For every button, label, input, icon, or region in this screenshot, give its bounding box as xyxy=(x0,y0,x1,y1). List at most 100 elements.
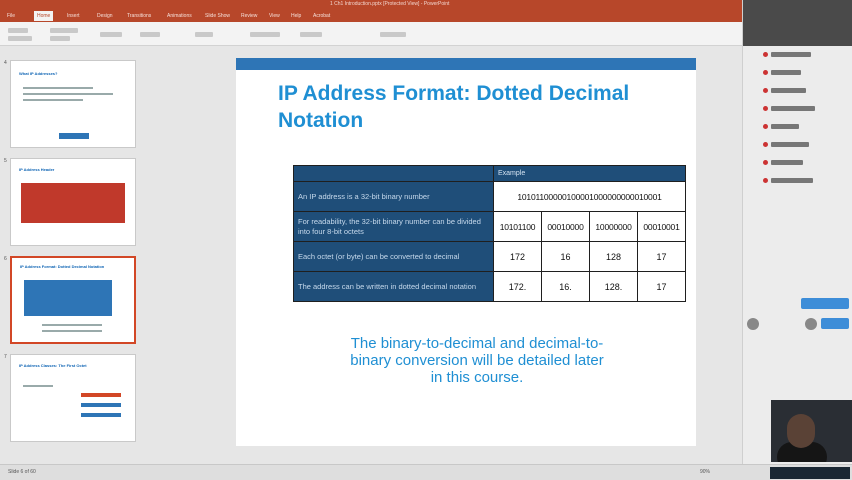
current-slide[interactable]: IP Address Format: Dotted Decimal Notati… xyxy=(236,58,696,446)
table-header-example: Example xyxy=(493,165,686,182)
thumbnail-line xyxy=(23,87,93,89)
ribbon-tabs: File Home Insert Design Transitions Anim… xyxy=(0,9,852,22)
tab-file[interactable]: File xyxy=(4,11,18,21)
table-cell: 16. xyxy=(541,271,590,302)
tab-design[interactable]: Design xyxy=(94,11,116,21)
user-avatar-icon xyxy=(763,178,768,183)
note-line: binary conversion will be detailed later xyxy=(350,352,604,369)
thumbnail-bar xyxy=(81,403,121,407)
chat-bubble xyxy=(801,298,849,309)
ribbon-button[interactable] xyxy=(50,28,78,33)
thumbnail-button xyxy=(59,133,89,139)
tab-transitions[interactable]: Transitions xyxy=(124,11,154,21)
tab-view[interactable]: View xyxy=(266,11,283,21)
status-bar: Slide 6 of 60 90% xyxy=(0,464,852,480)
table-cell: 128 xyxy=(589,241,638,272)
table-row-desc: For readability, the 32-bit binary numbe… xyxy=(293,211,494,242)
system-tray xyxy=(770,467,850,479)
table-row-desc: An IP address is a 32-bit binary number xyxy=(293,181,494,212)
table-row: Each octet (or byte) can be converted to… xyxy=(293,241,686,272)
user-avatar-icon xyxy=(805,318,817,330)
chat-panel xyxy=(742,0,852,464)
slide-thumbnail-selected[interactable]: IP Address Format: Dotted Decimal Notati… xyxy=(10,256,136,344)
slide-number: 5 xyxy=(4,158,7,164)
thumbnail-diagram xyxy=(21,183,125,223)
chat-message xyxy=(771,52,811,57)
note-line: in this course. xyxy=(430,369,524,386)
ribbon xyxy=(0,22,852,46)
note-line: The binary-to-decimal and decimal-to- xyxy=(350,335,604,352)
table-header-blank xyxy=(293,165,494,182)
thumbnail-bar xyxy=(81,393,121,397)
ribbon-button[interactable] xyxy=(8,28,28,33)
table-cell: 10101100000100001000000000010001 xyxy=(493,181,686,212)
table-cell: 128. xyxy=(589,271,638,302)
tab-review[interactable]: Review xyxy=(238,11,260,21)
chat-bubble xyxy=(821,318,849,329)
ribbon-button[interactable] xyxy=(8,36,32,41)
ribbon-button[interactable] xyxy=(50,36,70,41)
ribbon-button[interactable] xyxy=(250,32,280,37)
ribbon-button[interactable] xyxy=(195,32,213,37)
user-avatar-icon xyxy=(763,88,768,93)
ribbon-button[interactable] xyxy=(300,32,322,37)
thumbnail-table xyxy=(24,280,112,316)
slide-count: Slide 6 of 60 xyxy=(8,469,36,475)
slide-thumbnail[interactable]: IP Address Classes: The First Octet xyxy=(10,354,136,442)
table-cell: 16 xyxy=(541,241,590,272)
table-cell: 17 xyxy=(637,241,686,272)
thumbnail-line xyxy=(23,99,83,101)
slide-title: IP Address Format: Dotted Decimal Notati… xyxy=(278,80,678,134)
table-row: An IP address is a 32-bit binary number … xyxy=(293,181,686,212)
chat-message xyxy=(771,106,815,111)
ribbon-button[interactable] xyxy=(100,32,122,37)
user-avatar-icon xyxy=(763,106,768,111)
table-cell: 17 xyxy=(637,271,686,302)
slide-note: The binary-to-decimal and decimal-to- bi… xyxy=(312,335,642,386)
table-cell: 10000000 xyxy=(589,211,638,242)
slide-thumbnails-pane: 4 What IP Addresses? 5 IP Address Header… xyxy=(0,46,142,464)
slide-thumbnail[interactable]: What IP Addresses? xyxy=(10,60,136,148)
table-row: The address can be written in dotted dec… xyxy=(293,271,686,302)
slide-editor: IP Address Format: Dotted Decimal Notati… xyxy=(142,46,742,464)
table-row-desc: Each octet (or byte) can be converted to… xyxy=(293,241,494,272)
zoom-level[interactable]: 90% xyxy=(700,469,710,475)
slide-title-line: Notation xyxy=(278,109,364,132)
chat-header xyxy=(743,0,852,46)
table-row: For readability, the 32-bit binary numbe… xyxy=(293,211,686,242)
webcam-person-head xyxy=(787,414,815,448)
tab-acrobat[interactable]: Acrobat xyxy=(310,11,333,21)
tab-slide-show[interactable]: Slide Show xyxy=(202,11,233,21)
slide-number: 7 xyxy=(4,354,7,360)
table-cell: 10101100 xyxy=(493,211,542,242)
user-avatar-icon xyxy=(763,142,768,147)
user-avatar-icon xyxy=(763,160,768,165)
ribbon-button[interactable] xyxy=(140,32,160,37)
tab-animations[interactable]: Animations xyxy=(164,11,195,21)
thumbnail-title: IP Address Format: Dotted Decimal Notati… xyxy=(20,264,105,269)
user-avatar-icon xyxy=(763,124,768,129)
thumbnail-line xyxy=(42,330,102,332)
ip-format-table: Example An IP address is a 32-bit binary… xyxy=(293,165,686,302)
thumbnail-line xyxy=(23,385,53,387)
thumbnail-bar xyxy=(81,413,121,417)
slide-title-line: IP Address Format: Dotted Decimal xyxy=(278,82,630,105)
thumbnail-title: IP Address Header xyxy=(19,167,55,172)
title-bar: 1 Ch1 Introduction.pptx [Protected View]… xyxy=(0,0,852,9)
thumbnail-title: What IP Addresses? xyxy=(19,71,58,76)
slide-thumbnail[interactable]: IP Address Header xyxy=(10,158,136,246)
chat-message xyxy=(771,142,809,147)
webcam-video xyxy=(771,400,852,462)
tab-help[interactable]: Help xyxy=(288,11,304,21)
tab-home[interactable]: Home xyxy=(34,11,54,21)
table-cell: 00010000 xyxy=(541,211,590,242)
table-cell: 172. xyxy=(493,271,542,302)
user-avatar-icon xyxy=(763,52,768,57)
ribbon-button[interactable] xyxy=(380,32,406,37)
tab-insert[interactable]: Insert xyxy=(64,11,83,21)
slide-number: 4 xyxy=(4,60,7,66)
table-cell: 172 xyxy=(493,241,542,272)
slide-number: 6 xyxy=(4,256,7,262)
window-title: 1 Ch1 Introduction.pptx [Protected View]… xyxy=(330,1,450,7)
thumbnail-line xyxy=(23,93,113,95)
